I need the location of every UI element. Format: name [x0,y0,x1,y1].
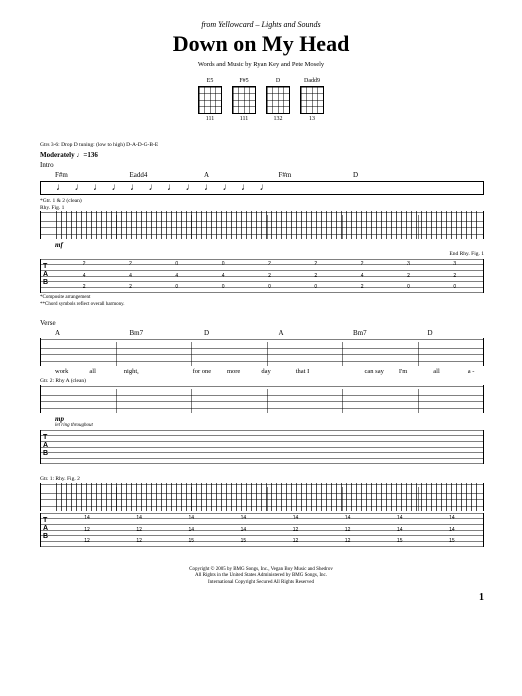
chord-name: D [266,78,290,84]
tab-clef: TAB [43,263,48,287]
chord-row: A Bm7 D A Bm7 D [20,329,502,337]
notation-staff [40,385,484,413]
chord-fingering: 132 [266,116,290,122]
lyrics-row: work all night, for one more day that I … [20,368,502,375]
chord-grid [198,86,222,114]
tab-clef: TAB [43,517,48,541]
chord-row: F#m Eadd4 A F#m D [20,171,502,179]
song-title: Down on My Head [20,31,502,57]
dense-notes [56,483,478,511]
footnote: *Composite arrangement [40,295,502,300]
verse-system: A Bm7 D A Bm7 D work all night, for one … [20,329,502,464]
performance-note: let ring throughout [55,423,502,428]
guitar-part-label: Gtr. 1: Rhy. Fig. 2 [40,476,502,482]
chord-name: Dadd9 [300,78,324,84]
notation-staff [40,211,484,239]
tuning-note: Gtrs 3-6: Drop D tuning: (low to high) D… [40,142,502,149]
dense-notes [56,211,478,239]
copyright: Copyright © 2005 by BMG Songs, Inc., Veg… [20,567,502,587]
chord-diagram: D 132 [266,78,290,122]
chord-grid [266,86,290,114]
end-rhy-fig: End Rhy. Fig. 1 [20,251,484,257]
tempo: Moderately ♩=136 [40,151,502,159]
chord-name: E5 [198,78,222,84]
dynamic-mark: mf [55,241,502,249]
dynamic-mark: mp [55,415,502,423]
chord-fingering: 111 [198,116,222,122]
notation-staff [40,483,484,511]
chord-grid [300,86,324,114]
melody-staff: ♩ ♩ ♩ ♩ ♩ ♩ ♩ ♩ ♩ ♩ ♩ ♩ [40,181,484,195]
chord-diagram: Dadd9 13 [300,78,324,122]
tab-clef: TAB [43,434,48,458]
guitar-part-label: Gtr. 2: Rhy A (clean) [40,378,502,384]
chord-fingering: 111 [232,116,256,122]
section-intro-label: Intro [40,161,502,169]
chord-diagram: F#5 111 [232,78,256,122]
intro-system: F#m Eadd4 A F#m D ♩ ♩ ♩ ♩ ♩ ♩ ♩ ♩ ♩ ♩ ♩ … [20,171,502,307]
tab-staff: TAB 141212 141212 141415 141415 141212 1… [40,513,484,547]
footnote: **Chord symbols reflect overall harmony. [40,302,502,307]
chord-diagram: E5 111 [198,78,222,122]
tab-numbers: 141212 141212 141415 141415 141212 14121… [61,513,478,547]
chord-name: F#5 [232,78,256,84]
tab-staff: TAB 242 242 040 040 220 220 242 320 320 [40,259,484,293]
verse-system-gtr1: Gtr. 1: Rhy. Fig. 2 TAB 141212 141212 14… [20,476,502,547]
credits: Words and Music by Ryan Key and Pete Mos… [20,61,502,68]
page-number: 1 [20,592,484,603]
chord-diagrams: E5 111 F#5 111 D 132 Dadd9 13 [20,78,502,122]
chord-grid [232,86,256,114]
rhythm-slashes: ♩ ♩ ♩ ♩ ♩ ♩ ♩ ♩ ♩ ♩ ♩ ♩ [56,182,478,193]
sheet-header: from Yellowcard – Lights and Sounds Down… [20,20,502,68]
section-verse-label: Verse [40,319,502,327]
vocal-staff [40,338,484,366]
from-line: from Yellowcard – Lights and Sounds [20,20,502,29]
tab-numbers: 242 242 040 040 220 220 242 320 320 [61,259,478,293]
guitar-part-label: *Gtr. 1 & 2 (clean) [40,198,502,204]
chord-fingering: 13 [300,116,324,122]
tab-staff: TAB [40,430,484,464]
